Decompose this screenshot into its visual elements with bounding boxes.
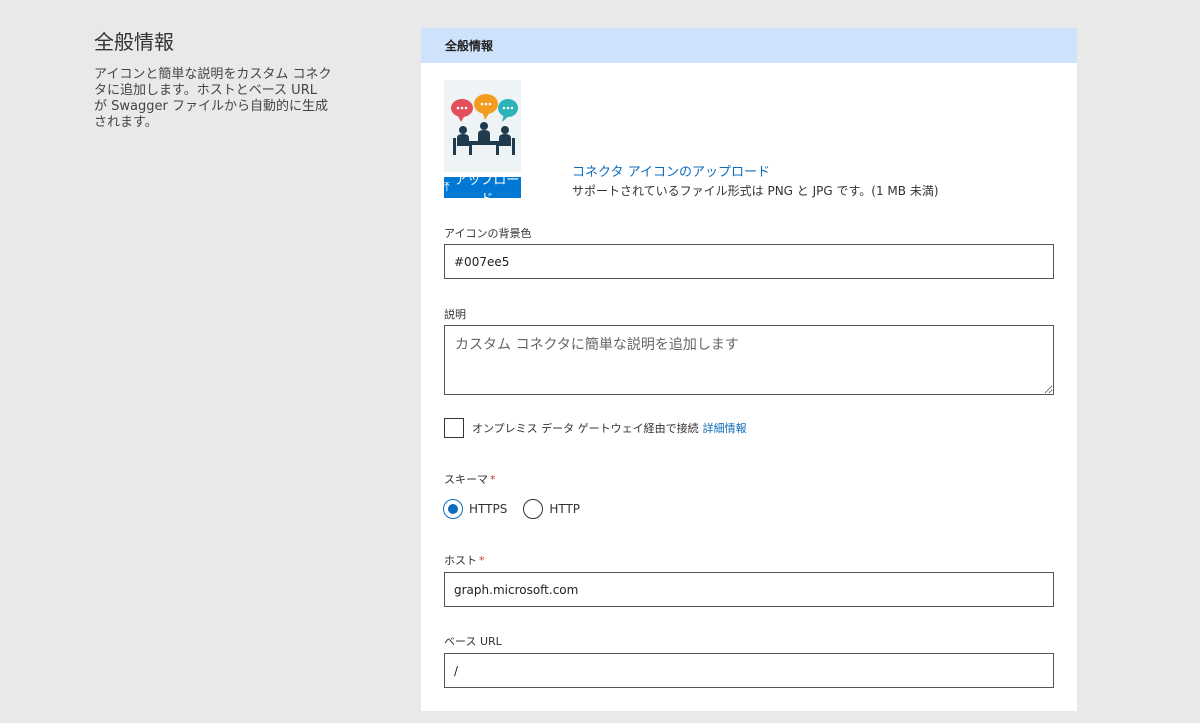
section-intro: 全般情報 アイコンと簡単な説明をカスタム コネクタに追加します。ホストとベース … — [94, 26, 334, 131]
upload-button-label: アップロード — [454, 172, 520, 207]
card-header: 全般情報 — [421, 28, 1077, 63]
upload-icon-link[interactable]: コネクタ アイコンのアップロード — [572, 161, 939, 180]
https-radio[interactable] — [443, 499, 463, 519]
gateway-learn-more-link[interactable]: 詳細情報 — [703, 420, 747, 436]
icon-bg-color-label: アイコンの背景色 — [444, 227, 532, 240]
upload-arrow-icon: ⤒ — [444, 180, 450, 195]
base-url-label: ベース URL — [444, 635, 502, 648]
upload-format-note: サポートされているファイル形式は PNG と JPG です。(1 MB 未満) — [572, 184, 939, 198]
icon-bg-color-input[interactable] — [444, 244, 1054, 279]
host-label-text: ホスト — [444, 554, 477, 567]
gateway-checkbox[interactable] — [444, 418, 464, 438]
https-label: HTTPS — [469, 502, 508, 516]
host-label: ホスト * — [444, 552, 485, 568]
section-description: アイコンと簡単な説明をカスタム コネクタに追加します。ホストとベース URL が… — [94, 67, 332, 130]
gateway-label: オンプレミス データ ゲートウェイ経由で接続 — [472, 422, 699, 435]
connector-icon-area: ⤒ アップロード — [444, 80, 521, 207]
base-url-input[interactable] — [444, 653, 1054, 688]
required-mark: * — [479, 554, 485, 567]
host-input[interactable] — [444, 572, 1054, 607]
scheme-label-text: スキーマ — [444, 473, 488, 486]
scheme-label: スキーマ * — [444, 471, 496, 487]
meeting-chat-icon — [444, 80, 521, 172]
http-label: HTTP — [549, 502, 581, 516]
upload-button[interactable]: ⤒ アップロード — [444, 173, 521, 207]
section-title: 全般情報 — [94, 30, 174, 54]
gateway-option: オンプレミス データ ゲートウェイ経由で接続 詳細情報 — [444, 418, 747, 438]
http-radio[interactable] — [523, 499, 544, 519]
description-textarea[interactable] — [444, 325, 1054, 395]
required-mark: * — [490, 473, 496, 486]
general-info-card: 全般情報 ⤒ アップロード コネクタ アイコンのアップロード サポートされている… — [421, 28, 1077, 711]
description-label: 説明 — [444, 308, 466, 321]
upload-info: コネクタ アイコンのアップロード サポートされているファイル形式は PNG と … — [572, 161, 939, 199]
scheme-radio-group: HTTPS HTTP — [443, 499, 596, 519]
